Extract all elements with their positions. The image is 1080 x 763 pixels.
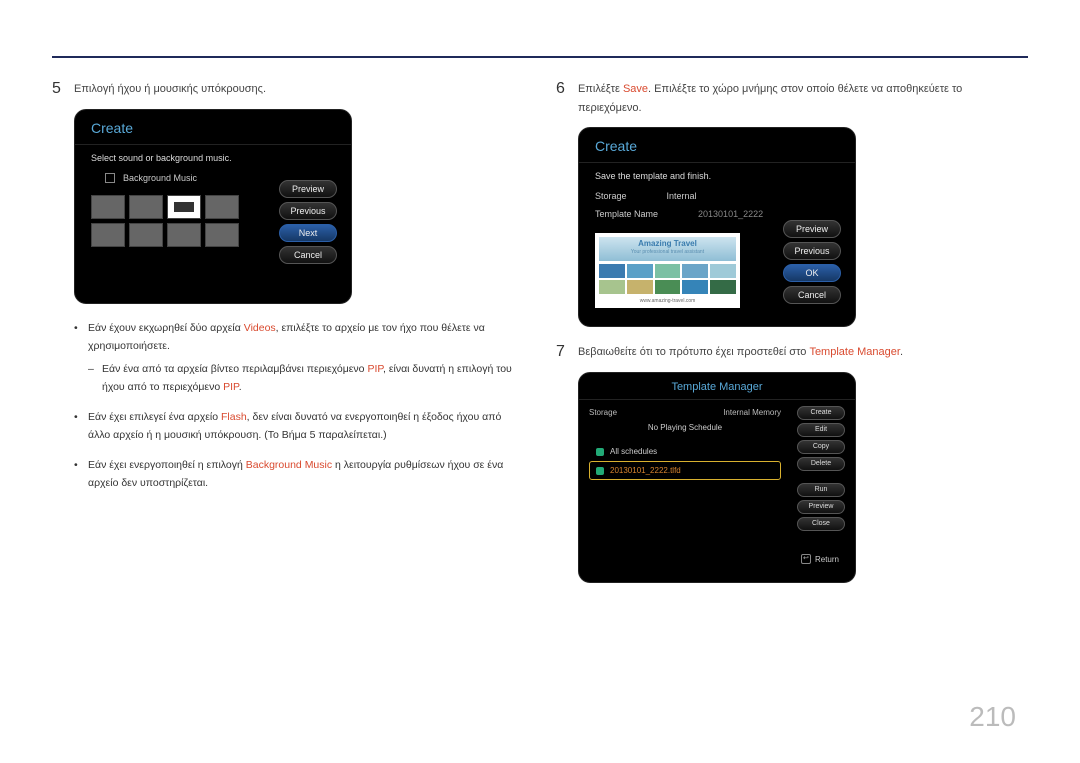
tm-edit-button[interactable]: Edit: [797, 423, 845, 437]
sound-thumb[interactable]: [205, 223, 239, 247]
next-button[interactable]: Next: [279, 224, 337, 242]
thumb-cell: [627, 264, 653, 278]
template-name-label: Template Name: [595, 209, 658, 219]
tm-storage-value: Internal Memory: [723, 408, 781, 417]
return-icon: [801, 554, 811, 564]
template-url: www.amazing-travel.com: [599, 298, 736, 304]
note-text: Εάν ένα από τα αρχεία βίντεο περιλαμβάνε…: [102, 363, 367, 375]
sound-thumb[interactable]: [91, 195, 125, 219]
tm-title: Template Manager: [579, 373, 855, 400]
preview-button[interactable]: Preview: [783, 220, 841, 238]
page-divider: [52, 56, 1028, 58]
return-label: Return: [815, 555, 839, 564]
step-text-seg: Βεβαιωθείτε ότι το πρότυπο έχει προστεθε…: [578, 346, 809, 358]
pip-highlight: PIP: [223, 381, 239, 393]
save-highlight: Save: [623, 83, 648, 95]
page-number: 210: [969, 701, 1016, 733]
template-banner: Amazing Travel Your professional travel …: [599, 237, 736, 261]
tm-copy-button[interactable]: Copy: [797, 440, 845, 454]
sound-thumb[interactable]: [129, 195, 163, 219]
tm-preview-button[interactable]: Preview: [797, 500, 845, 514]
bg-music-label: Background Music: [123, 173, 197, 183]
thumb-cell: [599, 264, 625, 278]
step5-notes: Εάν έχουν εκχωρηθεί δύο αρχεία Videos, ε…: [74, 320, 524, 493]
sound-thumb[interactable]: [167, 223, 201, 247]
storage-row: Storage Internal: [579, 187, 855, 205]
step-6-text: Επιλέξτε Save. Επιλέξτε το χώρο μνήμης σ…: [578, 80, 1028, 117]
thumb-cell: [710, 280, 736, 294]
thumb-cell: [599, 280, 625, 294]
previous-button[interactable]: Previous: [279, 202, 337, 220]
tm-row-label: 20130101_2222.tlfd: [610, 466, 681, 475]
content-columns: 5 Επιλογή ήχου ή μουσικής υπόκρουσης. Cr…: [0, 0, 1080, 599]
note-bgmusic: Εάν έχει ενεργοποιηθεί η επιλογή Backgro…: [74, 457, 524, 493]
step-7-text: Βεβαιωθείτε ότι το πρότυπο έχει προστεθε…: [578, 343, 903, 362]
tm-row-label: All schedules: [610, 447, 657, 456]
note-text: Εάν έχει ενεργοποιηθεί η επιλογή: [88, 459, 246, 471]
tm-row-all[interactable]: All schedules: [589, 442, 781, 461]
bg-music-checkbox[interactable]: [105, 173, 115, 183]
cancel-button[interactable]: Cancel: [279, 246, 337, 264]
videos-highlight: Videos: [244, 322, 276, 334]
thumb-cell: [682, 264, 708, 278]
step-text-seg: Επιλέξτε: [578, 83, 623, 95]
step-7: 7 Βεβαιωθείτε ότι το πρότυπο έχει προστε…: [556, 343, 1028, 362]
banner-sub: Your professional travel assistant: [599, 249, 736, 255]
preview-button[interactable]: Preview: [279, 180, 337, 198]
create-save-card: Create Save the template and finish. Sto…: [578, 127, 856, 327]
sound-thumb-selected[interactable]: [167, 195, 201, 219]
template-name-value: 20130101_2222: [698, 209, 763, 219]
tm-create-button[interactable]: Create: [797, 406, 845, 420]
note-pip: Εάν ένα από τα αρχεία βίντεο περιλαμβάνε…: [88, 361, 524, 397]
storage-label: Storage: [595, 191, 627, 201]
left-column: 5 Επιλογή ήχου ή μουσικής υπόκρουσης. Cr…: [52, 80, 524, 599]
flash-highlight: Flash: [221, 411, 247, 423]
note-flash: Εάν έχει επιλεγεί ένα αρχείο Flash, δεν …: [74, 409, 524, 445]
pip-highlight: PIP: [367, 363, 383, 375]
check-icon: [596, 448, 604, 456]
return-button[interactable]: Return: [801, 554, 839, 564]
cancel-button[interactable]: Cancel: [783, 286, 841, 304]
tm-row-file[interactable]: 20130101_2222.tlfd: [589, 461, 781, 480]
create-sound-card: Create Select sound or background music.…: [74, 109, 352, 304]
tm-run-button[interactable]: Run: [797, 483, 845, 497]
card1-title: Create: [75, 110, 351, 145]
ok-button[interactable]: OK: [783, 264, 841, 282]
tm-storage-label: Storage: [589, 408, 617, 417]
step-text-seg: .: [900, 346, 903, 358]
step-number-5: 5: [52, 80, 74, 98]
right-column: 6 Επιλέξτε Save. Επιλέξτε το χώρο μνήμης…: [556, 80, 1028, 599]
template-preview-image: Amazing Travel Your professional travel …: [595, 233, 740, 308]
banner-title: Amazing Travel: [599, 239, 736, 248]
sound-thumb[interactable]: [129, 223, 163, 247]
sound-thumb[interactable]: [91, 223, 125, 247]
check-icon: [596, 467, 604, 475]
card1-subtitle: Select sound or background music.: [75, 145, 351, 169]
bgmusic-highlight: Background Music: [246, 459, 332, 471]
step-number-6: 6: [556, 80, 578, 98]
step-6: 6 Επιλέξτε Save. Επιλέξτε το χώρο μνήμης…: [556, 80, 1028, 117]
step-number-7: 7: [556, 343, 578, 361]
step-5: 5 Επιλογή ήχου ή μουσικής υπόκρουσης.: [52, 80, 524, 99]
card2-title: Create: [579, 128, 855, 163]
thumb-cell: [655, 264, 681, 278]
note-text: Εάν έχουν εκχωρηθεί δύο αρχεία: [88, 322, 244, 334]
previous-button[interactable]: Previous: [783, 242, 841, 260]
card2-subtitle: Save the template and finish.: [579, 163, 855, 187]
template-thumb-grid: [599, 264, 736, 294]
step-5-text: Επιλογή ήχου ή μουσικής υπόκρουσης.: [74, 80, 266, 99]
thumb-cell: [682, 280, 708, 294]
template-manager-card: Template Manager Storage Internal Memory…: [578, 372, 856, 583]
tm-delete-button[interactable]: Delete: [797, 457, 845, 471]
sound-thumb[interactable]: [205, 195, 239, 219]
note-videos: Εάν έχουν εκχωρηθεί δύο αρχεία Videos, ε…: [74, 320, 524, 397]
note-text: .: [239, 381, 242, 393]
note-text: Εάν έχει επιλεγεί ένα αρχείο: [88, 411, 221, 423]
tm-close-button[interactable]: Close: [797, 517, 845, 531]
thumb-cell: [710, 264, 736, 278]
thumb-cell: [655, 280, 681, 294]
template-manager-highlight: Template Manager: [809, 346, 900, 358]
storage-value: Internal: [667, 191, 697, 201]
thumb-cell: [627, 280, 653, 294]
